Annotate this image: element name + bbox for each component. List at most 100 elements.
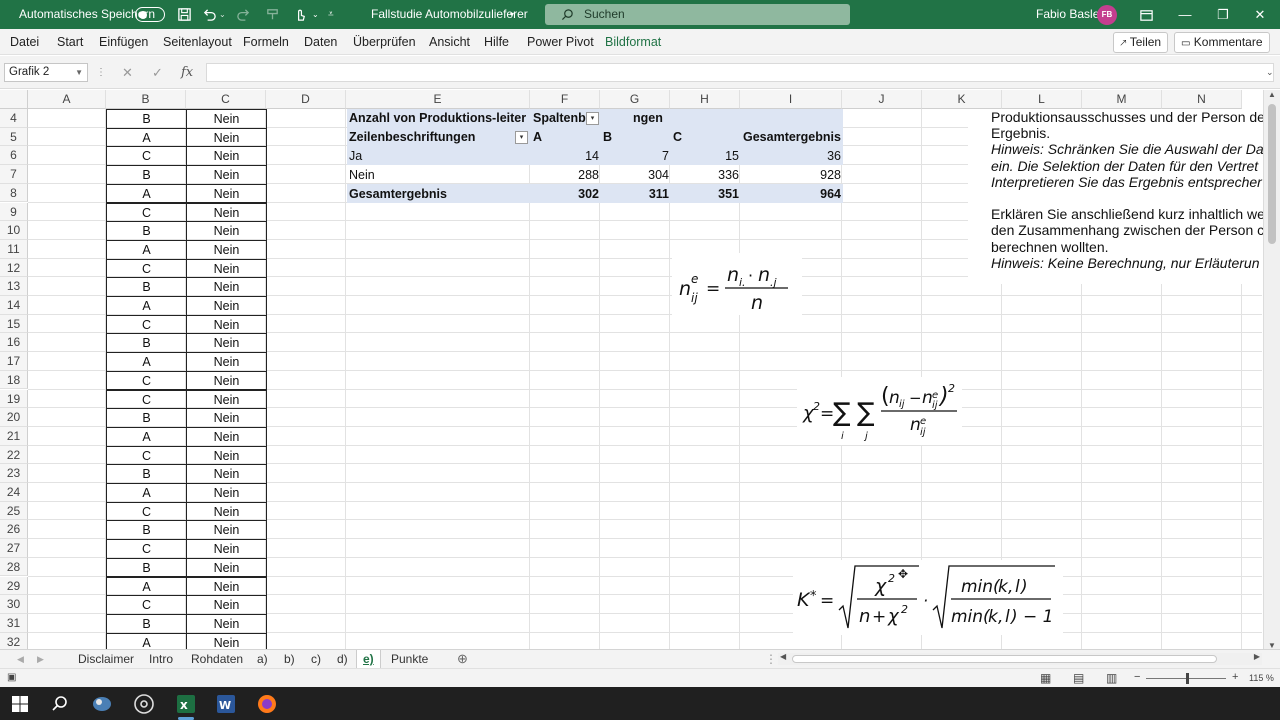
insert-function-icon[interactable]: fx xyxy=(181,63,193,82)
row-header[interactable]: 5 xyxy=(0,127,28,147)
row-header[interactable]: 13 xyxy=(0,277,28,296)
zoom-level[interactable]: 115 % xyxy=(1249,673,1274,683)
document-title[interactable]: Fallstudie Automobilzulieferer xyxy=(371,0,528,29)
data-cell-c[interactable]: Nein xyxy=(186,202,267,223)
scroll-up-icon[interactable]: ▲ xyxy=(1268,90,1276,99)
tab-formeln[interactable]: Formeln xyxy=(243,29,289,55)
tab-start[interactable]: Start xyxy=(57,29,83,55)
tab-daten[interactable]: Daten xyxy=(304,29,337,55)
windows-start-icon[interactable] xyxy=(8,692,32,716)
column-header-m[interactable]: M xyxy=(1082,90,1162,109)
column-header-a[interactable]: A xyxy=(28,90,106,109)
column-header-g[interactable]: G xyxy=(600,90,670,109)
data-cell-c[interactable]: Nein xyxy=(186,183,267,204)
row-header[interactable]: 21 xyxy=(0,426,28,446)
row-header[interactable]: 24 xyxy=(0,483,28,502)
name-box-dropdown-icon[interactable]: ▼ xyxy=(75,64,83,81)
cancel-icon[interactable]: ✕ xyxy=(122,63,133,82)
touch-dropdown-icon[interactable]: ⌄ xyxy=(312,0,319,29)
column-header-j[interactable]: J xyxy=(842,90,922,109)
formula-input[interactable] xyxy=(206,63,1274,82)
data-cell-b[interactable]: A xyxy=(106,296,187,316)
column-filter-icon[interactable]: ▾ xyxy=(586,112,599,125)
data-cell-b[interactable]: C xyxy=(106,202,187,223)
data-cell-b[interactable]: A xyxy=(106,127,187,148)
data-cell-c[interactable]: Nein xyxy=(186,127,267,148)
scroll-tabs-left-icon[interactable]: ◀ xyxy=(17,650,24,669)
select-all-corner[interactable] xyxy=(0,90,28,109)
data-cell-c[interactable]: Nein xyxy=(186,426,267,447)
data-cell-c[interactable]: Nein xyxy=(186,520,267,541)
data-cell-b[interactable]: A xyxy=(106,576,187,597)
data-cell-c[interactable]: Nein xyxy=(186,239,267,260)
redo-icon[interactable] xyxy=(236,7,251,22)
column-header-i[interactable]: I xyxy=(740,90,842,109)
search-box[interactable]: Suchen xyxy=(545,4,850,25)
restore-icon[interactable]: ❐ xyxy=(1205,0,1241,29)
row-header[interactable]: 15 xyxy=(0,314,28,334)
user-name[interactable]: Fabio Basler xyxy=(1036,0,1103,29)
column-header-d[interactable]: D xyxy=(266,90,346,109)
tab-d[interactable]: d) xyxy=(337,650,348,669)
tab-datei[interactable]: Datei xyxy=(10,29,39,55)
contingency-coefficient-formula-image[interactable]: K * = χ 2 n + χ 2 · min( k , l ) min(k … xyxy=(793,560,1063,635)
add-sheet-icon[interactable]: ⊕ xyxy=(457,650,468,669)
data-cell-c[interactable]: Nein xyxy=(186,277,267,297)
column-header-l[interactable]: L xyxy=(1002,90,1082,109)
pivot-column-field[interactable]: Spaltenbe xyxy=(533,109,593,127)
pivot-row-field[interactable]: Zeilenbeschriftungen xyxy=(349,128,475,146)
data-cell-c[interactable]: Nein xyxy=(186,296,267,316)
data-cell-c[interactable]: Nein xyxy=(186,464,267,484)
tab-ansicht[interactable]: Ansicht xyxy=(429,29,470,55)
row-header[interactable]: 31 xyxy=(0,613,28,633)
row-header[interactable]: 4 xyxy=(0,109,28,128)
tab-rohdaten[interactable]: Rohdaten xyxy=(191,650,243,669)
data-cell-b[interactable]: C xyxy=(106,258,187,279)
expected-frequency-formula-image[interactable]: n e ij = n i. · n .j n xyxy=(672,253,802,315)
vertical-scrollbar[interactable]: ▲ ▼ xyxy=(1263,90,1280,650)
column-header-c[interactable]: C xyxy=(186,90,266,109)
scroll-left-icon[interactable]: ◀ xyxy=(780,652,786,661)
tab-disclaimer[interactable]: Disclaimer xyxy=(78,650,134,669)
row-header[interactable]: 26 xyxy=(0,520,28,540)
data-cell-c[interactable]: Nein xyxy=(186,613,267,634)
row-header[interactable]: 9 xyxy=(0,202,28,222)
row-header[interactable]: 32 xyxy=(0,632,28,650)
row-header[interactable]: 12 xyxy=(0,258,28,278)
data-cell-b[interactable]: B xyxy=(106,221,187,241)
data-cell-b[interactable]: B xyxy=(106,520,187,541)
data-cell-b[interactable]: A xyxy=(106,483,187,503)
undo-dropdown-icon[interactable]: ⌄ xyxy=(219,0,226,29)
tab-b[interactable]: b) xyxy=(284,650,295,669)
data-cell-c[interactable]: Nein xyxy=(186,445,267,466)
enter-icon[interactable]: ✓ xyxy=(152,63,163,82)
data-cell-b[interactable]: C xyxy=(106,595,187,615)
row-header[interactable]: 14 xyxy=(0,296,28,315)
data-cell-c[interactable]: Nein xyxy=(186,258,267,279)
data-cell-b[interactable]: C xyxy=(106,445,187,466)
data-cell-c[interactable]: Nein xyxy=(186,352,267,372)
firefox-taskbar-icon[interactable] xyxy=(255,692,279,716)
row-header[interactable]: 23 xyxy=(0,464,28,483)
format-painter-icon[interactable] xyxy=(265,7,280,22)
row-header[interactable]: 17 xyxy=(0,352,28,371)
tab-ueberpruefen[interactable]: Überprüfen xyxy=(353,29,416,55)
widgets-icon[interactable] xyxy=(90,692,114,716)
scroll-right-icon[interactable]: ▶ xyxy=(1254,652,1260,661)
taskbar-search-icon[interactable] xyxy=(48,692,72,716)
data-cell-c[interactable]: Nein xyxy=(186,408,267,428)
expand-formula-icon[interactable]: ⌄ xyxy=(1266,63,1274,82)
worksheet-grid[interactable]: ABCDEFGHIJKLMN 4 5 6 7 8 9 10 11 12 13 14 15 16 17 18 1… xyxy=(0,90,1280,650)
row-header[interactable]: 10 xyxy=(0,221,28,240)
data-cell-c[interactable]: Nein xyxy=(186,595,267,615)
avatar[interactable]: FB xyxy=(1097,5,1117,25)
accessibility-icon[interactable]: ▣ xyxy=(7,672,16,683)
row-header[interactable]: 8 xyxy=(0,183,28,203)
data-cell-b[interactable]: B xyxy=(106,165,187,185)
data-cell-b[interactable]: C xyxy=(106,539,187,559)
save-icon[interactable] xyxy=(177,7,192,22)
data-cell-c[interactable]: Nein xyxy=(186,632,267,650)
tab-intro[interactable]: Intro xyxy=(149,650,173,669)
data-cell-b[interactable]: C xyxy=(106,370,187,391)
column-header-k[interactable]: K xyxy=(922,90,1002,109)
